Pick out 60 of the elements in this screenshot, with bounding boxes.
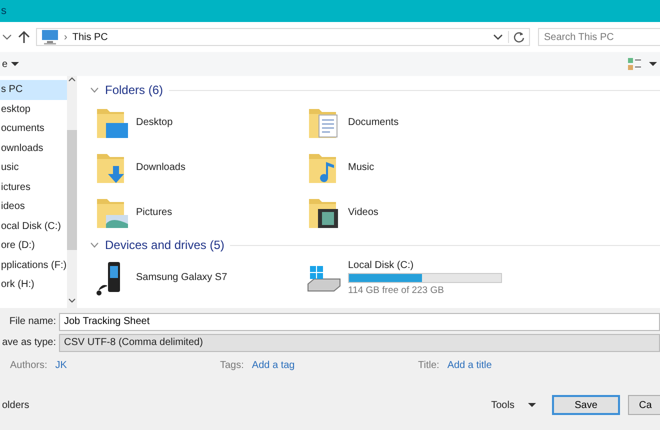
folder-name: Desktop <box>136 117 173 128</box>
up-arrow-icon[interactable] <box>18 30 30 44</box>
sidebar-item[interactable]: pplications (F:) <box>0 256 67 275</box>
caret-icon <box>10 61 19 67</box>
file-name-field[interactable]: Job Tracking Sheet <box>59 312 660 330</box>
device-item[interactable]: Local Disk (C:) 114 GB free of 223 GB <box>302 255 514 300</box>
chevron-down-icon[interactable] <box>2 32 12 42</box>
folder-item[interactable]: Pictures <box>90 190 302 235</box>
sidebar-item[interactable]: esktop <box>0 100 67 119</box>
breadcrumb-item[interactable]: This PC <box>72 32 108 42</box>
sidebar-item[interactable]: ownloads <box>0 138 67 158</box>
search-field[interactable]: Search This PC <box>538 28 660 46</box>
organize-menu[interactable]: e <box>2 58 19 70</box>
group-heading[interactable]: Folders (6) <box>105 83 164 97</box>
caret-icon <box>528 402 536 408</box>
free-space-text: 114 GB free of 223 GB <box>348 284 445 296</box>
metadata-label: Tags: <box>220 360 244 370</box>
folder-name: Downloads <box>136 162 186 173</box>
refresh-icon[interactable] <box>508 31 525 43</box>
sidebar-item[interactable]: ideos <box>0 197 67 216</box>
folder-name: Documents <box>348 117 399 128</box>
sidebar-item[interactable]: ork (H:) <box>0 275 67 294</box>
tools-menu[interactable]: Tools <box>491 400 536 410</box>
metadata-label: Authors: <box>10 360 48 370</box>
scrollbar[interactable] <box>66 76 77 308</box>
metadata-link[interactable]: Add a title <box>447 360 492 370</box>
folder-name: Videos <box>348 207 378 218</box>
metadata-link[interactable]: JK <box>55 360 67 370</box>
folder-item[interactable]: Documents <box>302 100 514 145</box>
folder-item[interactable]: Desktop <box>90 100 302 145</box>
window-title: s <box>1 5 6 17</box>
file-name-label: File name: <box>8 316 57 327</box>
folder-name: Music <box>348 162 374 173</box>
sidebar-item[interactable]: ore (D:) <box>0 236 67 256</box>
group-heading[interactable]: Devices and drives (5) <box>105 238 224 252</box>
sidebar-item[interactable]: ocal Disk (C:) <box>0 216 67 236</box>
device-name: Samsung Galaxy S7 <box>136 272 228 283</box>
file-type-label: ave as type: <box>1 337 57 348</box>
computer-icon <box>41 29 59 45</box>
file-type-dropdown[interactable]: CSV UTF-8 (Comma delimited) <box>59 334 660 352</box>
folder-item[interactable]: Downloads <box>90 145 302 190</box>
cancel-button[interactable]: Ca <box>628 395 660 415</box>
folder-name: Pictures <box>136 207 172 218</box>
sidebar-item[interactable]: ictures <box>0 178 67 197</box>
folder-item[interactable]: Videos <box>302 190 514 235</box>
breadcrumb-separator: › <box>64 32 68 42</box>
metadata-link[interactable]: Add a tag <box>252 360 295 370</box>
device-name: Local Disk (C:) <box>348 260 415 270</box>
metadata-label: Title: <box>418 360 440 370</box>
caret-icon[interactable] <box>648 60 658 68</box>
sidebar-item[interactable]: ocuments <box>0 119 67 138</box>
address-bar[interactable]: › This PC <box>36 28 530 46</box>
device-item[interactable]: Samsung Galaxy S7 <box>90 255 302 300</box>
view-options-icon[interactable] <box>628 58 642 70</box>
sidebar-item[interactable]: s PC <box>0 80 67 100</box>
folder-item[interactable]: Music <box>302 145 514 190</box>
sidebar-item[interactable]: usic <box>0 158 67 178</box>
chevron-down-icon[interactable] <box>493 32 503 42</box>
save-button[interactable]: Save <box>552 395 620 415</box>
hide-folders-toggle[interactable]: olders <box>2 400 30 410</box>
